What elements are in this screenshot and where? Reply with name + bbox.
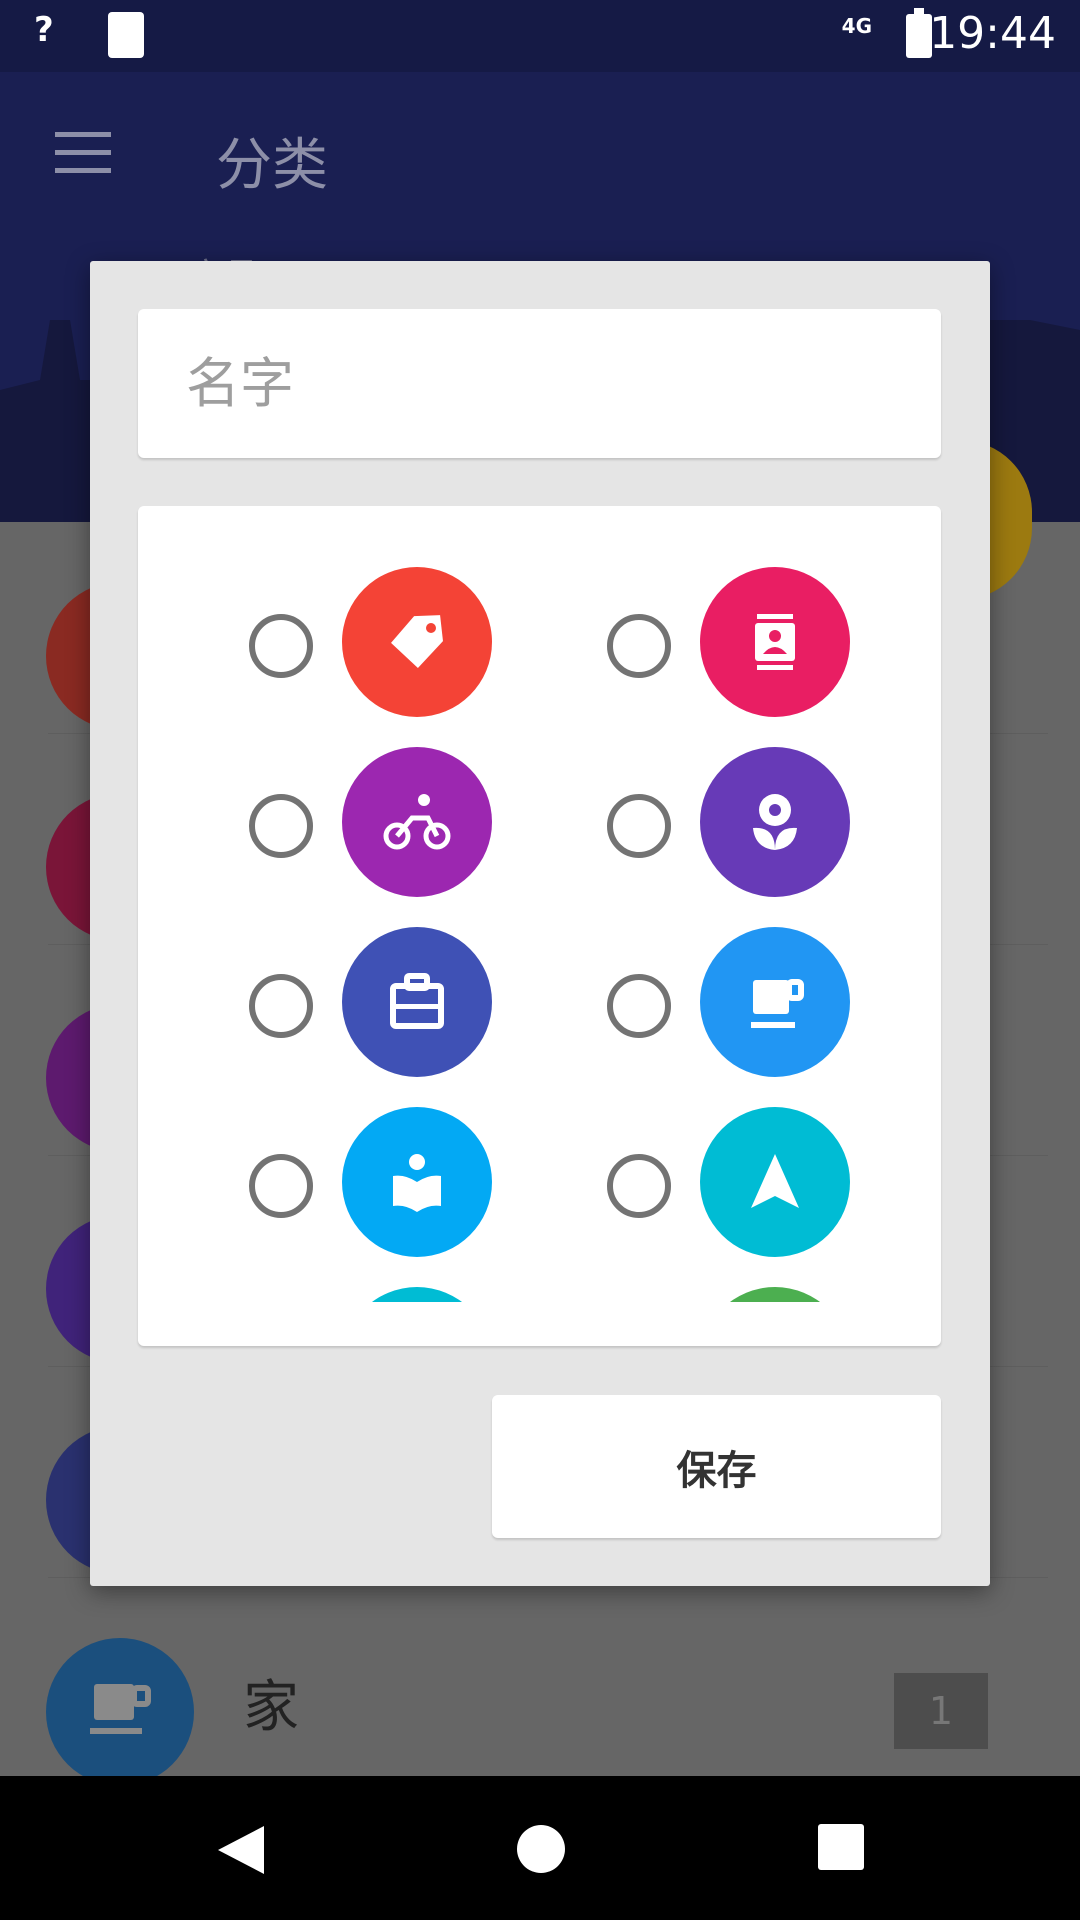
radio-button[interactable]	[249, 614, 313, 678]
status-time: 19:44	[929, 8, 1056, 59]
radio-button[interactable]	[607, 974, 671, 1038]
back-icon[interactable]	[216, 1824, 266, 1876]
signal-unknown-icon: ?	[34, 10, 54, 50]
navigation-bar	[0, 1776, 1080, 1920]
partial-icon[interactable]	[342, 1287, 492, 1302]
book-reader-icon[interactable]	[342, 1107, 492, 1257]
radio-button[interactable]	[249, 1154, 313, 1218]
partial-icon[interactable]	[700, 1287, 850, 1302]
icon-picker-card	[138, 506, 941, 1346]
tag-icon[interactable]	[342, 567, 492, 717]
category-dialog: 保存	[90, 261, 990, 1586]
briefcase-icon[interactable]	[342, 927, 492, 1077]
recents-icon[interactable]	[818, 1824, 864, 1870]
bicycle-icon[interactable]	[342, 747, 492, 897]
contact-card-icon[interactable]	[700, 567, 850, 717]
flower-icon[interactable]	[700, 747, 850, 897]
icon-picker-scroll[interactable]	[138, 506, 941, 1302]
menu-icon[interactable]	[55, 132, 111, 174]
network-type: 4G	[841, 14, 872, 38]
list-item-home[interactable]: 家 1	[46, 1610, 1048, 1786]
radio-button[interactable]	[249, 974, 313, 1038]
radio-button[interactable]	[249, 794, 313, 858]
sd-card-icon	[108, 12, 144, 58]
list-item-label: 家	[243, 1675, 299, 1740]
coffee-icon[interactable]	[700, 927, 850, 1077]
radio-button[interactable]	[607, 614, 671, 678]
status-bar: ? 4G 19:44	[0, 0, 1080, 72]
name-input[interactable]	[138, 309, 941, 458]
navigation-arrow-icon[interactable]	[700, 1107, 850, 1257]
radio-button[interactable]	[607, 1154, 671, 1218]
home-icon[interactable]	[516, 1824, 566, 1874]
save-button[interactable]: 保存	[492, 1395, 941, 1538]
radio-button[interactable]	[607, 794, 671, 858]
coffee-icon	[46, 1638, 194, 1786]
battery-charging-icon	[906, 8, 932, 58]
count-badge: 1	[894, 1673, 988, 1749]
name-card	[138, 309, 941, 458]
page-title: 分类	[216, 133, 328, 198]
